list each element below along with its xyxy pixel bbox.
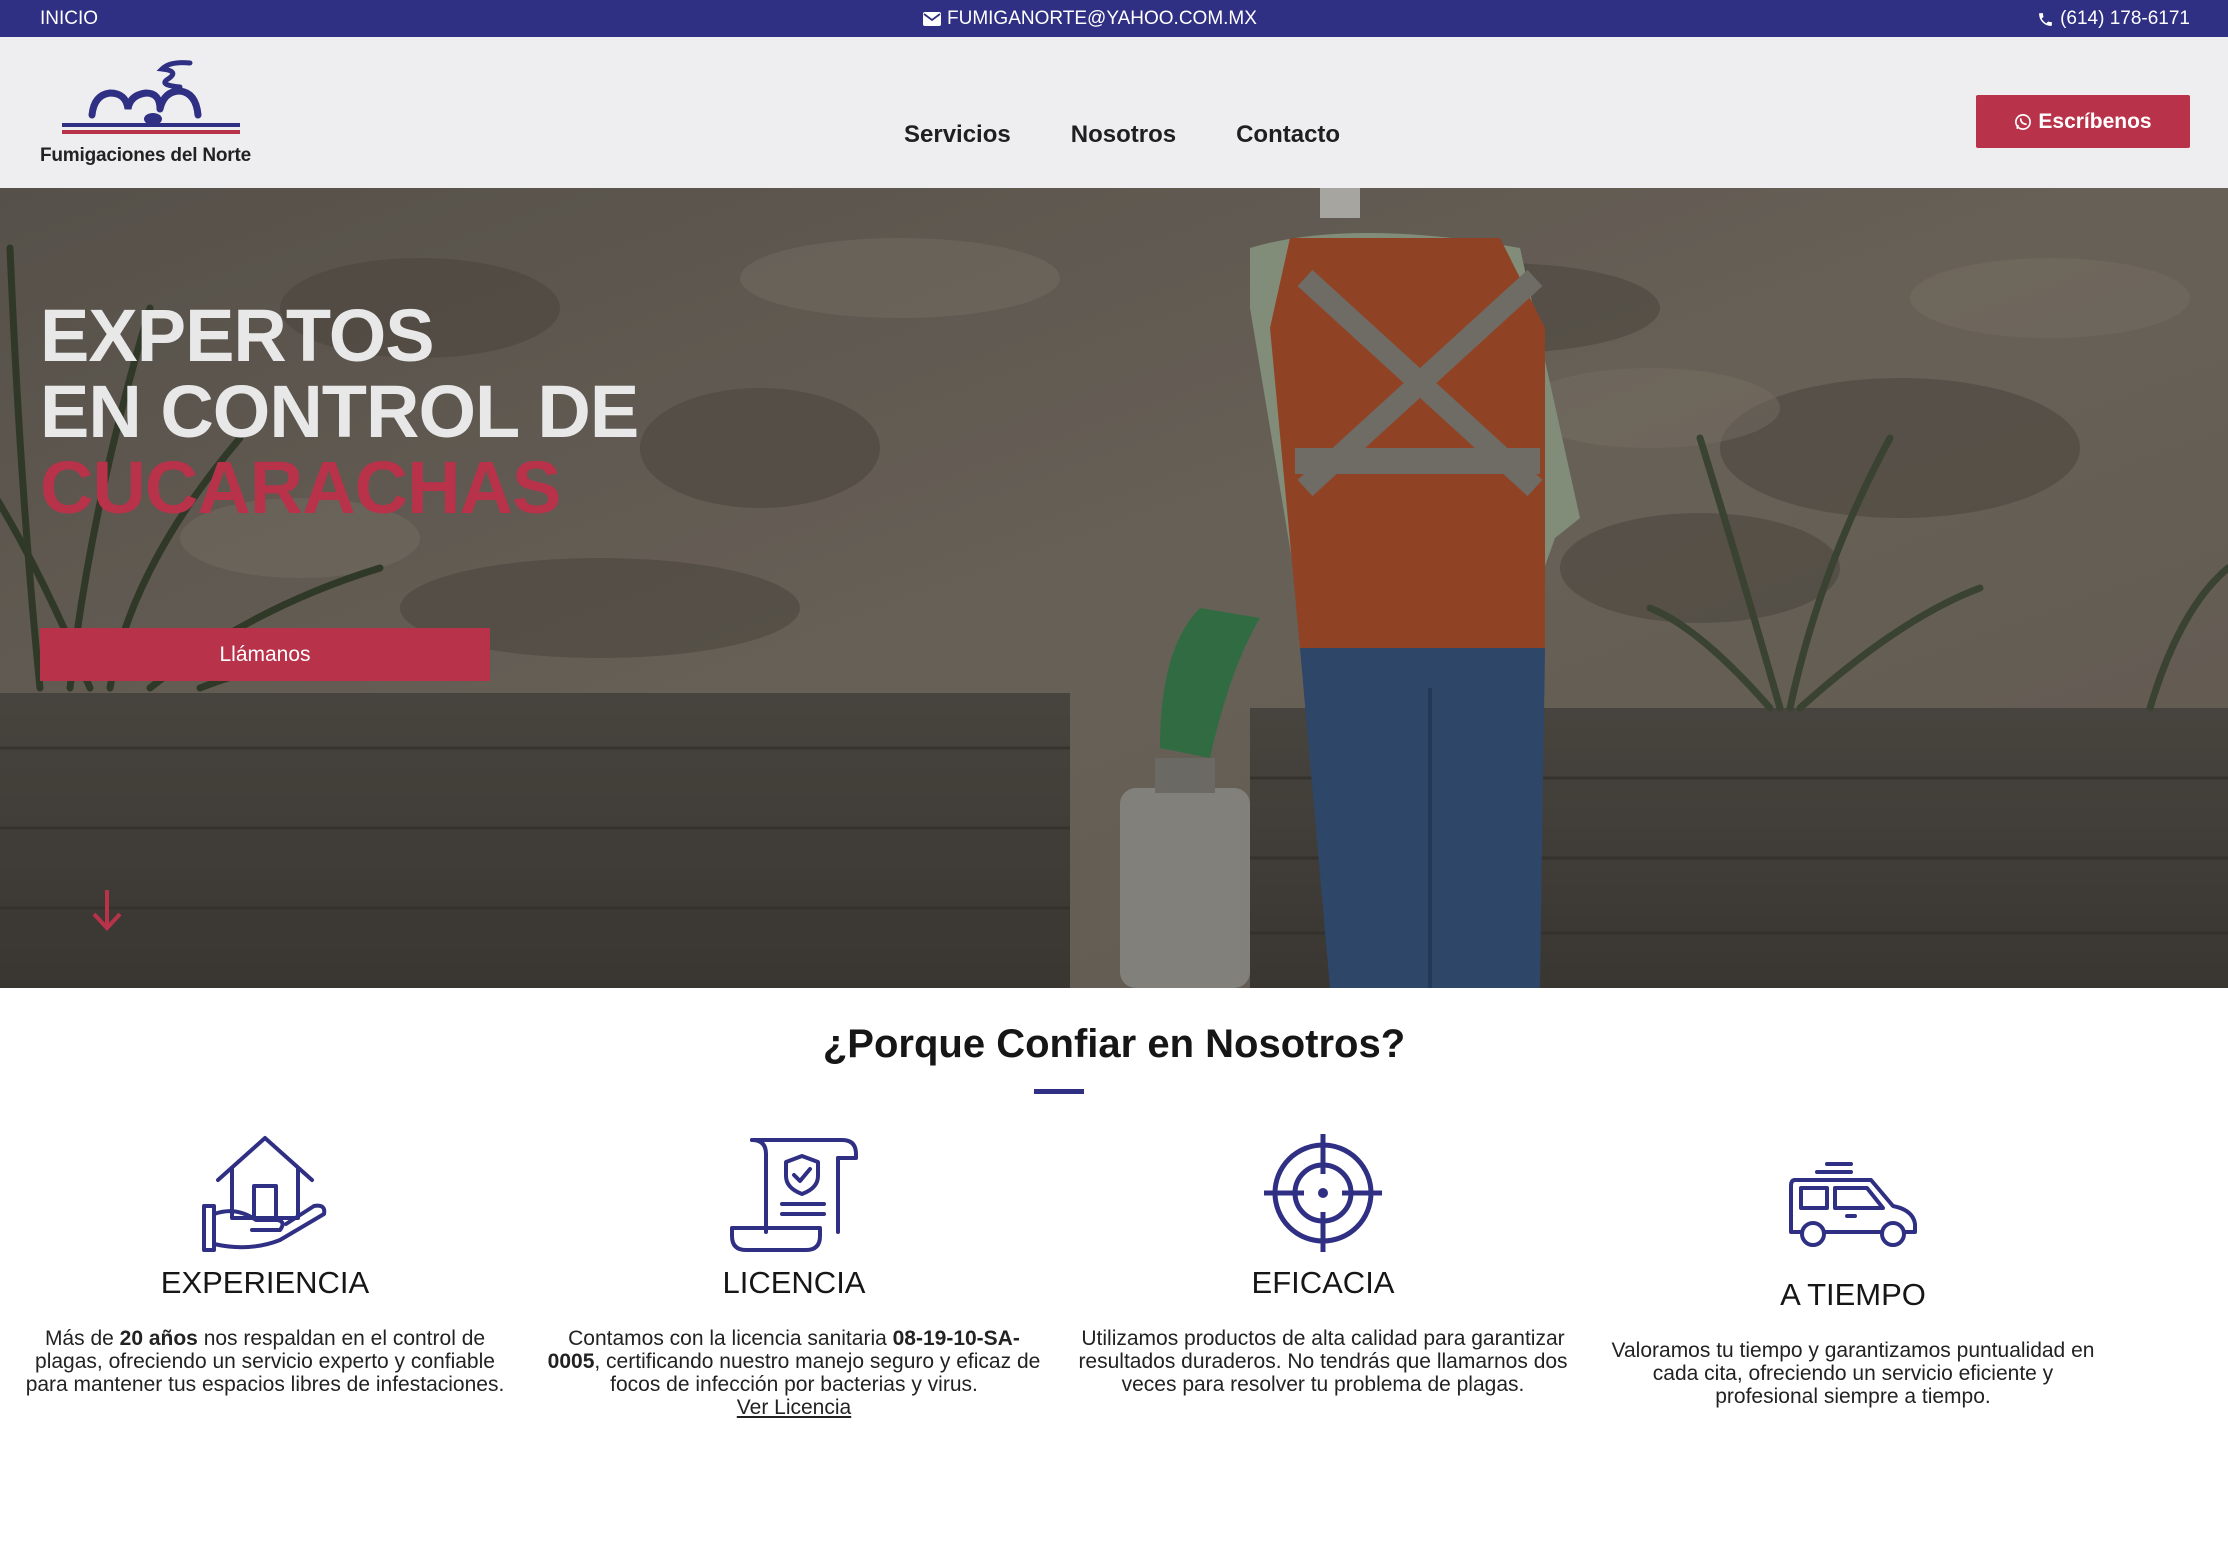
email-text: FUMIGANORTE@YAHOO.COM.MX — [947, 8, 1257, 29]
phone-text: (614) 178-6171 — [2060, 8, 2190, 29]
hero-title: EXPERTOS EN CONTROL DE CUCARACHAS — [40, 294, 639, 529]
whatsapp-icon — [2015, 113, 2032, 130]
top-bar: INICIO FUMIGANORTE@YAHOO.COM.MX (614) 17… — [0, 0, 2228, 37]
arrow-down-icon[interactable] — [90, 888, 124, 932]
section-divider — [1034, 1089, 1084, 1094]
call-us-button[interactable]: Llámanos — [40, 628, 490, 681]
home-link[interactable]: INICIO — [40, 8, 98, 30]
feature-title: EXPERIENCIA — [160, 1265, 370, 1300]
hero-title-line-3: CUCARACHAS — [40, 446, 561, 529]
logo[interactable]: Fumigaciones del Norte — [40, 57, 280, 172]
hero-title-line-2: EN CONTROL DE — [40, 370, 639, 453]
section-title: ¿Porque Confiar en Nosotros? — [822, 1022, 1406, 1066]
feature-a-tiempo: A TIEMPO Valoramos tu tiempo y garantiza… — [1603, 1142, 2103, 1408]
nav-servicios[interactable]: Servicios — [904, 121, 1011, 149]
write-us-button[interactable]: Escríbenos — [1976, 95, 2190, 148]
site-header: Fumigaciones del Norte Servicios Nosotro… — [0, 37, 2228, 188]
phone-icon — [2039, 12, 2052, 26]
main-nav: Servicios Nosotros Contacto — [904, 121, 1340, 149]
feature-description: Valoramos tu tiempo y garantizamos puntu… — [1611, 1339, 2095, 1408]
feature-title: EFICACIA — [1251, 1265, 1395, 1300]
phone-link[interactable]: (614) 178-6171 — [2037, 8, 2190, 30]
feature-description: Utilizamos productos de alta calidad par… — [1078, 1327, 1568, 1396]
view-license-link[interactable]: Ver Licencia — [737, 1396, 851, 1419]
hero-banner: EXPERTOS EN CONTROL DE CUCARACHAS Lláman… — [0, 188, 2228, 988]
nav-nosotros[interactable]: Nosotros — [1071, 121, 1176, 149]
feature-title: LICENCIA — [722, 1265, 866, 1300]
feature-description: Más de 20 años nos respaldan en el contr… — [25, 1327, 505, 1396]
feature-licencia: LICENCIA Contamos con la licencia sanita… — [544, 1130, 1044, 1419]
write-us-label: Escríbenos — [2038, 109, 2152, 133]
feature-description: Contamos con la licencia sanitaria 08-19… — [547, 1327, 1041, 1419]
email-link[interactable]: FUMIGANORTE@YAHOO.COM.MX — [923, 8, 1257, 30]
license-certificate-icon — [730, 1137, 858, 1252]
feature-experiencia: EXPERIENCIA Más de 20 años nos respaldan… — [15, 1130, 515, 1396]
logo-mark-icon — [62, 60, 240, 134]
logo-text: Fumigaciones del Norte — [40, 145, 251, 166]
house-hand-icon — [202, 1135, 327, 1252]
feature-eficacia: EFICACIA Utilizamos productos de alta ca… — [1073, 1130, 1573, 1396]
hero-title-line-1: EXPERTOS — [40, 294, 435, 377]
nav-contacto[interactable]: Contacto — [1236, 121, 1340, 149]
feature-title: A TIEMPO — [1780, 1277, 1926, 1312]
van-icon — [1789, 1161, 1917, 1247]
target-icon — [1264, 1133, 1382, 1252]
envelope-icon — [923, 12, 941, 26]
